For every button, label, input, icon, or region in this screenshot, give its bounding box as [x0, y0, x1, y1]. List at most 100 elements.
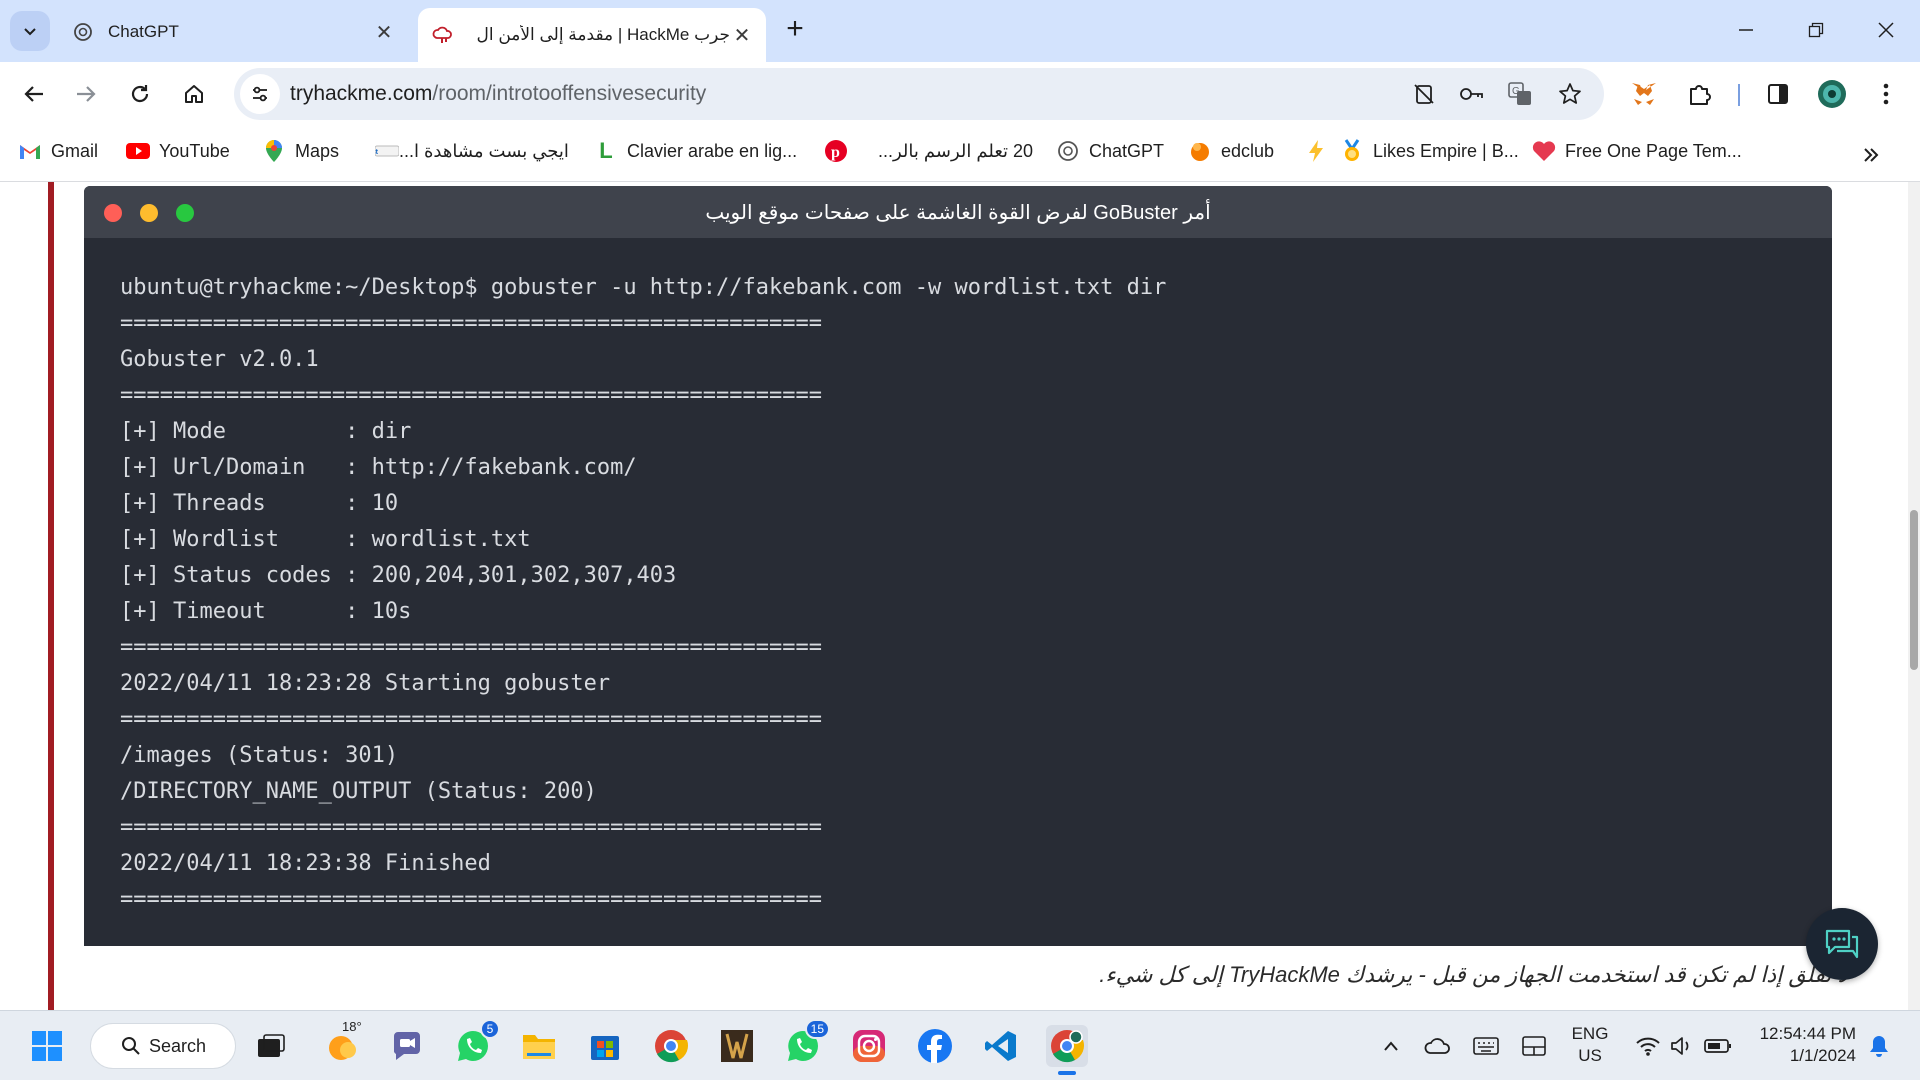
bookmarks-bar: Gmail YouTube Maps ايجي بست مشاهدة ا... … — [0, 126, 1920, 182]
file-explorer-button[interactable] — [518, 1025, 560, 1067]
terminal-line: ========================================… — [120, 887, 822, 912]
notifications-bell-icon[interactable] — [1864, 1031, 1894, 1061]
show-hidden-icons-button[interactable] — [1376, 1031, 1406, 1061]
language-region: US — [1578, 1046, 1602, 1065]
clock-date: 1/1/2024 — [1789, 1046, 1856, 1065]
vscode-icon — [985, 1031, 1016, 1061]
clavier-icon: L — [599, 138, 613, 163]
bookmark-likes-empire[interactable]: Likes Empire | B... — [1340, 136, 1519, 166]
language-indicator[interactable]: ENG US — [1566, 1023, 1614, 1067]
chrome-profile-icon — [1051, 1030, 1085, 1063]
password-key-icon[interactable] — [1458, 80, 1486, 108]
url-text[interactable]: tryhackme.com/room/introtooffensivesecur… — [290, 82, 706, 106]
translate-icon[interactable]: G — [1506, 80, 1534, 108]
whatsapp-business-button[interactable]: 15 — [782, 1019, 830, 1067]
close-tab-icon[interactable]: ✕ — [372, 20, 396, 44]
menu-kebab-icon[interactable] — [1870, 78, 1902, 110]
bookmark-maps[interactable]: Maps — [262, 136, 339, 166]
no-clipboard-icon[interactable] — [1410, 80, 1438, 108]
chevron-up-icon — [1384, 1041, 1398, 1051]
svg-text:G: G — [1512, 86, 1520, 97]
bookmark-clavier[interactable]: L Clavier arabe en lig... — [594, 136, 797, 166]
metamask-icon[interactable] — [1628, 78, 1660, 110]
task-view-button[interactable] — [250, 1025, 292, 1067]
terminal-header: أمر GoBuster لفرض القوة الغاشمة على صفحا… — [84, 186, 1832, 238]
instagram-button[interactable] — [848, 1025, 890, 1067]
restore-icon — [1808, 22, 1824, 38]
system-clock[interactable]: 12:54:44 PM 1/1/2024 — [1746, 1023, 1856, 1067]
more-bookmarks-button[interactable] — [1862, 140, 1880, 170]
microsoft-store-button[interactable] — [584, 1025, 626, 1067]
home-button[interactable] — [174, 74, 214, 114]
scrollbar-thumb[interactable] — [1910, 510, 1918, 670]
reload-button[interactable] — [120, 74, 160, 114]
chrome-active-button[interactable] — [1046, 1025, 1088, 1075]
facebook-icon — [918, 1029, 952, 1063]
weather-temp: 18° — [342, 1019, 362, 1034]
task-view-icon — [258, 1034, 285, 1057]
minimize-button[interactable] — [1724, 12, 1768, 48]
onedrive-icon[interactable] — [1422, 1031, 1454, 1061]
extensions-puzzle-icon[interactable] — [1684, 78, 1716, 110]
terminal-line: ========================================… — [120, 311, 822, 336]
vscode-button[interactable] — [980, 1025, 1022, 1067]
tune-icon — [253, 86, 267, 102]
bookmark-drawing[interactable]: 20 تعلم الرسم بالر... — [878, 136, 1033, 166]
bookmark-free-one-page[interactable]: Free One Page Tem... — [1532, 136, 1742, 166]
terminal-line: [+] Wordlist : wordlist.txt — [120, 527, 531, 552]
touch-keyboard-icon[interactable] — [1470, 1031, 1502, 1061]
close-window-button[interactable] — [1864, 12, 1908, 48]
tab-title: جرب HackMe | مقدمة إلى الأمن ال — [476, 25, 730, 44]
battery-icon[interactable] — [1702, 1031, 1734, 1061]
chevron-down-icon — [24, 28, 36, 36]
bookmark-star-icon[interactable] — [1556, 80, 1584, 108]
tab-title: ChatGPT — [108, 22, 179, 41]
profile-avatar[interactable] — [1816, 78, 1848, 110]
bookmark-lightning[interactable] — [1304, 136, 1337, 166]
chrome-button[interactable] — [650, 1025, 692, 1067]
bookmark-chatgpt[interactable]: ChatGPT — [1056, 136, 1164, 166]
volume-icon[interactable] — [1668, 1031, 1696, 1061]
bookmark-label: 20 تعلم الرسم بالر... — [878, 140, 1034, 161]
weather-widget[interactable]: 18° — [322, 1019, 364, 1067]
forward-button[interactable] — [66, 74, 106, 114]
start-button[interactable] — [26, 1025, 68, 1067]
chat-bubble-icon — [1825, 929, 1859, 959]
folder-icon — [523, 1035, 555, 1059]
medal-icon — [1340, 139, 1364, 163]
forward-arrow-icon — [77, 86, 96, 102]
teams-chat-button[interactable] — [386, 1025, 428, 1067]
notification-badge: 15 — [804, 1019, 830, 1039]
tab-chatgpt[interactable]: ChatGPT ✕ — [58, 8, 408, 62]
bookmark-label: YouTube — [159, 140, 230, 161]
bookmark-gmail[interactable]: Gmail — [18, 136, 98, 166]
side-panel-icon[interactable] — [1762, 78, 1794, 110]
bookmark-egybest[interactable]: ايجي بست مشاهدة ا... EgyBest — [366, 136, 569, 166]
tablet-mode-icon[interactable] — [1518, 1031, 1550, 1061]
chat-support-button[interactable] — [1806, 908, 1878, 980]
new-tab-button[interactable]: + — [780, 14, 810, 48]
bookmark-pinterest[interactable]: p — [824, 136, 857, 166]
taskbar-search[interactable]: Search — [90, 1023, 236, 1069]
back-button[interactable] — [14, 74, 54, 114]
back-arrow-icon — [24, 86, 43, 102]
address-bar[interactable]: tryhackme.com/room/introtooffensivesecur… — [234, 68, 1604, 120]
bookmark-youtube[interactable]: YouTube — [126, 136, 230, 166]
close-tab-icon[interactable]: ✕ — [730, 23, 754, 47]
tab-search-button[interactable] — [10, 11, 50, 51]
bookmark-edclub[interactable]: edclub — [1188, 136, 1274, 166]
tab-tryhackme[interactable]: جرب HackMe | مقدمة إلى الأمن ال ✕ — [418, 8, 766, 62]
close-icon — [1878, 22, 1894, 38]
wifi-icon[interactable] — [1632, 1031, 1664, 1061]
terminal-line: [+] Mode : dir — [120, 419, 412, 444]
store-icon — [591, 1036, 619, 1060]
whatsapp-button[interactable]: 5 — [452, 1019, 500, 1067]
terminal-line: ========================================… — [120, 815, 822, 840]
scrollbar-track[interactable] — [1908, 182, 1920, 1010]
terminal-line: /DIRECTORY_NAME_OUTPUT (Status: 200) — [120, 779, 597, 804]
facebook-button[interactable] — [914, 1025, 956, 1067]
restore-button[interactable] — [1794, 12, 1838, 48]
notification-badge: 5 — [480, 1019, 500, 1039]
game-app-button[interactable] — [716, 1025, 758, 1067]
site-info-button[interactable] — [240, 74, 280, 114]
